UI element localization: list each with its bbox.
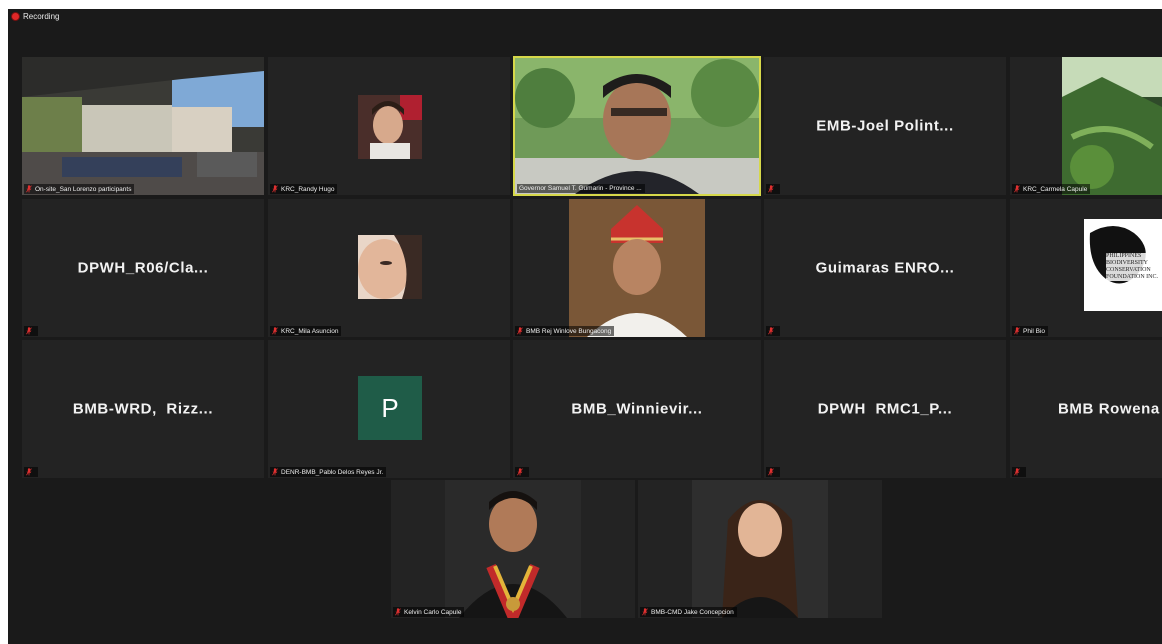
participant-tile-bmb-rej-winlove[interactable]: BMB Rej Winlove Bungacong — [513, 199, 761, 337]
participant-tile-bmb-rowena[interactable]: BMB Rowena — [1010, 340, 1162, 478]
profile-photo — [358, 235, 422, 299]
mic-muted-icon — [26, 185, 32, 193]
participant-name-label: KRC_Mila Asuncion — [270, 326, 342, 336]
organization-logo: PHILIPPINES BIODIVERSITY CONSERVATION FO… — [1084, 219, 1162, 311]
participant-name-label — [766, 467, 780, 477]
mic-muted-icon — [272, 185, 278, 193]
participant-display-name: BMB Rowena — [1058, 400, 1160, 418]
participant-name-label: Governor Samuel T. Gumarin - Province ..… — [517, 184, 645, 193]
participant-name-label: KRC_Randy Hugo — [270, 184, 338, 194]
participant-display-name: BMB-WRD, Rizz... — [72, 400, 214, 418]
participant-tile-phil-bio[interactable]: PHILIPPINES BIODIVERSITY CONSERVATION FO… — [1010, 199, 1162, 337]
mic-muted-icon — [272, 468, 278, 476]
participant-tile-bmb-winnievir[interactable]: BMB_Winnievir... — [513, 340, 761, 478]
mic-muted-icon — [272, 327, 278, 335]
mic-muted-icon — [395, 608, 401, 616]
participant-name-label: BMB-CMD Jake Concepcion — [640, 607, 737, 617]
participant-tile-guimaras-enro[interactable]: Guimaras ENRO... — [764, 199, 1006, 337]
participant-display-name: Guimaras ENRO... — [815, 259, 955, 277]
mic-muted-icon — [1014, 185, 1020, 193]
mic-muted-icon — [768, 327, 774, 335]
speaker-video-feed — [515, 58, 759, 194]
participant-name-label — [766, 326, 780, 336]
avatar: P — [358, 376, 422, 440]
participant-name-label — [24, 326, 38, 336]
participant-name-label: On-site_San Lorenzo participants — [24, 184, 135, 194]
mic-muted-icon — [768, 468, 774, 476]
participant-tile-dpwh-r06[interactable]: DPWH_R06/Cla... — [22, 199, 264, 337]
recording-label: Recording — [23, 12, 60, 21]
participant-tile-on-site-san-lorenzo[interactable]: On-site_San Lorenzo participants — [22, 57, 264, 195]
mic-muted-icon — [1014, 468, 1020, 476]
profile-photo — [692, 480, 828, 618]
profile-photo — [569, 199, 705, 337]
participant-display-name: BMB_Winnievir... — [571, 400, 703, 418]
participant-tile-governor-gumarin[interactable]: Governor Samuel T. Gumarin - Province ..… — [513, 56, 761, 196]
mic-muted-icon — [1014, 327, 1020, 335]
mic-muted-icon — [642, 608, 648, 616]
mic-muted-icon — [517, 468, 523, 476]
participant-name-label — [515, 467, 529, 477]
participant-name-label — [1012, 467, 1026, 477]
participant-tile-bmb-cmd-jake-concepcion[interactable]: BMB-CMD Jake Concepcion — [638, 480, 882, 618]
profile-photo — [358, 95, 422, 159]
participant-tile-kelvin-carlo-capule[interactable]: Kelvin Carlo Capule — [391, 480, 635, 618]
participant-name-label: Phil Bio — [1012, 326, 1049, 336]
participant-display-name: EMB-Joel Polint... — [816, 117, 954, 135]
participant-tile-bmb-wrd[interactable]: BMB-WRD, Rizz... — [22, 340, 264, 478]
participant-name-label: KRC_Carmela Capule — [1012, 184, 1091, 194]
mic-muted-icon — [768, 185, 774, 193]
participant-tile-emb-joel[interactable]: EMB-Joel Polint... — [764, 57, 1006, 195]
venue-video-feed — [22, 57, 264, 195]
participant-display-name: DPWH RMC1_P... — [817, 400, 953, 418]
profile-photo — [1062, 57, 1162, 195]
meeting-video-grid: Recording On-site_San Lorenzo participan… — [8, 9, 1162, 644]
participant-tile-denr-bmb-pablo[interactable]: P DENR-BMB_Pablo Delos Reyes Jr. — [268, 340, 510, 478]
participant-name-label: DENR-BMB_Pablo Delos Reyes Jr. — [270, 467, 387, 477]
mic-muted-icon — [26, 468, 32, 476]
logo-text: PHILIPPINES BIODIVERSITY CONSERVATION FO… — [1106, 253, 1160, 281]
participant-name-label: Kelvin Carlo Capule — [393, 607, 465, 617]
participant-name-label: BMB Rej Winlove Bungacong — [515, 326, 615, 336]
participant-tile-krc-randy-hugo[interactable]: KRC_Randy Hugo — [268, 57, 510, 195]
recording-indicator[interactable]: Recording — [12, 12, 59, 21]
profile-photo — [445, 480, 581, 618]
mic-muted-icon — [26, 327, 32, 335]
mic-muted-icon — [517, 327, 523, 335]
participant-name-label — [766, 184, 780, 194]
participant-display-name: DPWH_R06/Cla... — [77, 259, 209, 277]
participant-name-label — [24, 467, 38, 477]
recording-icon — [12, 13, 19, 20]
participant-tile-dpwh-rmc1[interactable]: DPWH RMC1_P... — [764, 340, 1006, 478]
participant-tile-krc-mila-asuncion[interactable]: KRC_Mila Asuncion — [268, 199, 510, 337]
participant-tile-krc-carmela-capule[interactable]: KRC_Carmela Capule — [1010, 57, 1162, 195]
